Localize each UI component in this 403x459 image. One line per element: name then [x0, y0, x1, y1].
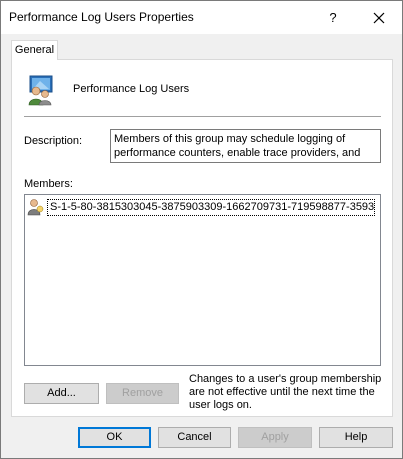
user-icon	[27, 199, 44, 216]
members-label: Members:	[24, 178, 73, 190]
members-list[interactable]: S-1-5-80-3815303045-3875903309-166270973…	[24, 194, 381, 366]
membership-note: Changes to a user's group membership are…	[189, 373, 382, 411]
tab-general[interactable]: General	[11, 40, 58, 60]
users-group-icon	[28, 75, 53, 106]
properties-dialog: Performance Log Users Properties ? Gener…	[0, 0, 403, 459]
help-title-button[interactable]: ?	[310, 1, 356, 34]
description-label: Description:	[24, 135, 83, 147]
member-name: S-1-5-80-3815303045-3875903309-166270973…	[47, 198, 375, 216]
ok-button[interactable]: OK	[78, 427, 151, 448]
title-bar: Performance Log Users Properties ?	[1, 1, 402, 34]
help-button[interactable]: Help	[319, 427, 393, 448]
close-button[interactable]	[356, 1, 402, 34]
remove-button[interactable]: Remove	[106, 383, 179, 404]
separator	[24, 116, 381, 117]
group-name: Performance Log Users	[73, 83, 190, 95]
add-button[interactable]: Add...	[24, 383, 99, 404]
close-icon	[373, 12, 385, 23]
cancel-button[interactable]: Cancel	[158, 427, 231, 448]
description-field[interactable]: Members of this group may schedule loggi…	[110, 129, 381, 163]
apply-button[interactable]: Apply	[238, 427, 312, 448]
question-mark-icon: ?	[329, 10, 337, 25]
list-item[interactable]: S-1-5-80-3815303045-3875903309-166270973…	[27, 197, 378, 217]
window-title: Performance Log Users Properties	[9, 10, 194, 24]
